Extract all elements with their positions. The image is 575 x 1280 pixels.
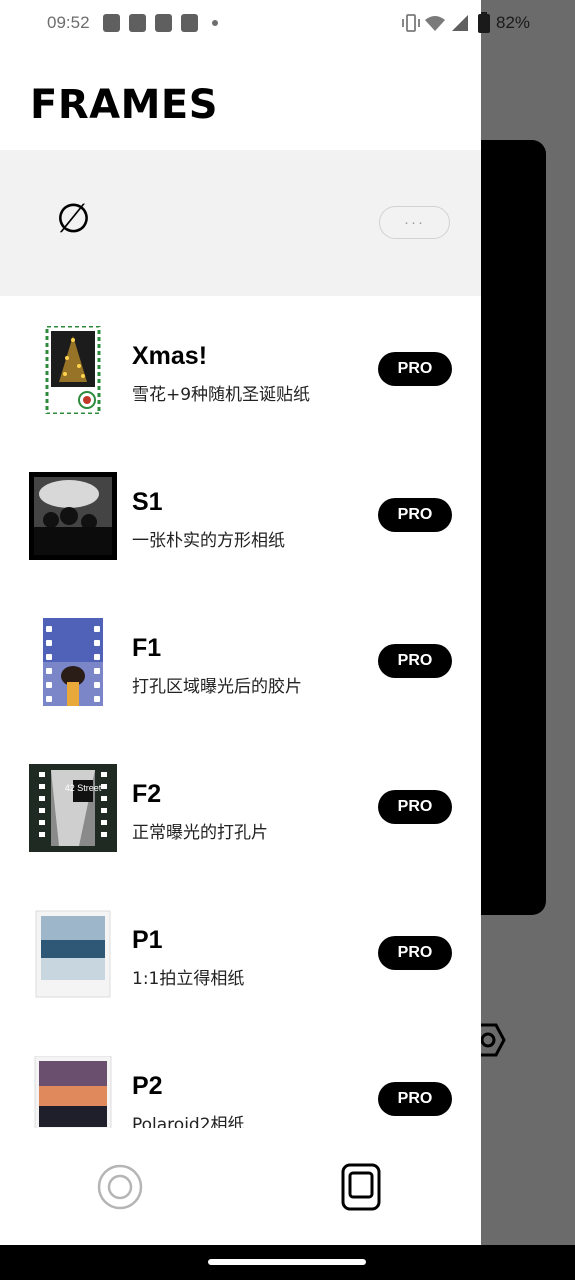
- frame-thumbnail-s1: [29, 472, 117, 560]
- list-item[interactable]: Xmas! 雪花+9种随机圣诞贴纸 PRO: [0, 296, 481, 442]
- frame-description: 1:1拍立得相纸: [132, 969, 245, 989]
- more-options-button[interactable]: ···: [379, 206, 450, 239]
- battery-icon: [478, 12, 490, 33]
- no-frame-icon: ∅: [56, 196, 91, 242]
- frame-name: F2: [132, 780, 162, 808]
- frame-name: Xmas!: [132, 342, 208, 370]
- frame-description: 雪花+9种随机圣诞贴纸: [132, 385, 311, 405]
- list-item[interactable]: P2 Polaroid2相纸 PRO: [0, 1026, 481, 1128]
- list-item[interactable]: 42 Street F2 正常曝光的打孔片 PRO: [0, 734, 481, 880]
- frame-thumbnail-p2: [34, 1056, 112, 1128]
- list-item[interactable]: P1 1:1拍立得相纸 PRO: [0, 880, 481, 1026]
- frames-list: Xmas! 雪花+9种随机圣诞贴纸 PRO S1 一张朴实的方形相纸 PRO F…: [0, 296, 481, 1128]
- vibrate-icon: [402, 14, 420, 32]
- lens-icon[interactable]: [97, 1164, 143, 1210]
- pro-badge[interactable]: PRO: [378, 1082, 452, 1116]
- frame-thumbnail-p1: [35, 910, 111, 998]
- thumbnail-street-text: 42 Street: [65, 783, 102, 793]
- frame-icon[interactable]: [341, 1163, 381, 1211]
- frame-name: P1: [132, 926, 163, 954]
- frame-name: S1: [132, 488, 163, 516]
- frame-thumbnail-xmas: [45, 326, 101, 414]
- frame-thumbnail-f1: [43, 618, 103, 706]
- status-bar-right: 82%: [0, 0, 575, 48]
- pro-badge[interactable]: PRO: [378, 936, 452, 970]
- home-indicator[interactable]: [208, 1259, 366, 1265]
- wifi-icon: [425, 16, 445, 31]
- frame-name: F1: [132, 634, 162, 662]
- frame-description: Polaroid2相纸: [132, 1115, 245, 1128]
- list-item[interactable]: S1 一张朴实的方形相纸 PRO: [0, 442, 481, 588]
- page-title: FRAMES: [30, 82, 219, 128]
- pro-badge[interactable]: PRO: [378, 498, 452, 532]
- bottom-tab-bar: [0, 1128, 481, 1245]
- pro-badge[interactable]: PRO: [378, 790, 452, 824]
- frame-description: 打孔区域曝光后的胶片: [132, 677, 302, 697]
- frame-thumbnail-f2: 42 Street: [29, 764, 117, 852]
- pro-badge[interactable]: PRO: [378, 644, 452, 678]
- battery-percent: 82%: [496, 13, 531, 32]
- frame-description: 正常曝光的打孔片: [132, 823, 268, 843]
- frame-description: 一张朴实的方形相纸: [132, 531, 285, 551]
- frames-drawer: 09:52 FRAMES ∅ ··· Xmas! 雪花+9种随机圣诞贴纸 PRO…: [0, 0, 481, 1245]
- frame-name: P2: [132, 1072, 163, 1100]
- signal-icon: [452, 15, 468, 31]
- list-item[interactable]: F1 打孔区域曝光后的胶片 PRO: [0, 588, 481, 734]
- pro-badge[interactable]: PRO: [378, 352, 452, 386]
